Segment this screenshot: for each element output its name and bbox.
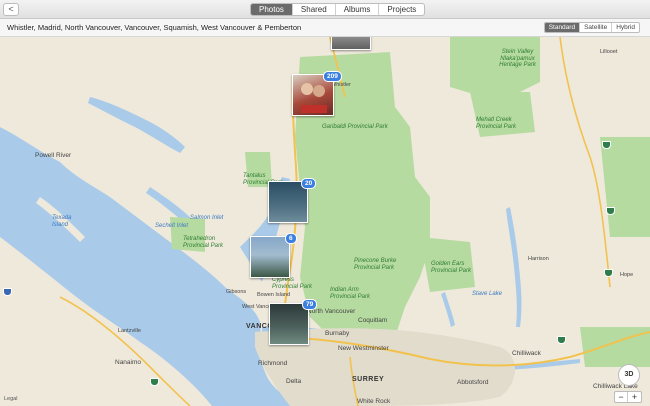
label-surrey: SURREY (352, 376, 385, 383)
label-white-rock: White Rock (357, 398, 391, 405)
photo-cluster-vancouver[interactable] (269, 303, 309, 345)
label-chilliwack: Chilliwack (512, 350, 541, 357)
label-abbotsford: Abbotsford (457, 379, 489, 386)
label-tetrahedron: Tetrahedron Provincial Park (183, 236, 224, 249)
highway-shield-icon (604, 269, 613, 277)
photo-count-badge: 79 (302, 299, 318, 310)
map-mode-hybrid[interactable]: Hybrid (612, 23, 639, 32)
photo-count-badge: 6 (285, 233, 297, 244)
tab-photos[interactable]: Photos (251, 4, 293, 15)
south-park (580, 327, 650, 367)
label-lillooet: Lillooet (600, 49, 618, 55)
label-new-westminster: New Westminster (338, 345, 389, 352)
zoom-in-button[interactable]: + (628, 392, 641, 402)
label-north-vancouver: North Vancouver (307, 308, 356, 315)
label-burnaby: Burnaby (325, 330, 350, 337)
map-mode-selector: Standard Satellite Hybrid (543, 22, 640, 33)
highway-shield-icon (602, 141, 611, 149)
label-texada: Texada Island (52, 215, 72, 228)
highway-shield-icon (150, 378, 159, 386)
label-hope: Hope (620, 272, 634, 278)
label-nanaimo: Nanaimo (115, 359, 142, 366)
label-pinecone: Pinecone Burke Provincial Park (354, 258, 397, 271)
label-harrison: Harrison (528, 256, 549, 262)
compass-3d-button[interactable]: 3D (618, 364, 640, 386)
map-mode-standard[interactable]: Standard (544, 23, 581, 32)
label-sechelt: Sechelt Inlet (155, 223, 189, 229)
map-view[interactable]: Garibaldi Provincial Park Stein Valley N… (0, 37, 650, 406)
tab-shared[interactable]: Shared (293, 4, 336, 15)
legal-link[interactable]: Legal (4, 396, 17, 402)
photo-cluster-west-vancouver[interactable] (250, 236, 290, 278)
label-golden-ears: Golden Ears Provincial Park (431, 261, 472, 274)
map-mode-satellite[interactable]: Satellite (580, 23, 613, 32)
mehatl-park (470, 92, 535, 137)
label-coquitlam: Coquitlam (358, 317, 388, 324)
label-powell-river: Powell River (35, 152, 72, 159)
highway-shield-icon (606, 207, 615, 215)
label-delta: Delta (286, 378, 302, 385)
photo-cluster-top[interactable] (331, 37, 371, 50)
label-richmond: Richmond (258, 360, 288, 367)
label-mehatl: Mehatl Creek Provincial Park (476, 117, 517, 130)
label-lantzville: Lantzville (118, 328, 141, 334)
top-toolbar: < Photos Shared Albums Projects (0, 0, 650, 19)
highway-shield-icon (3, 288, 12, 296)
label-garibaldi: Garibaldi Provincial Park (322, 124, 388, 130)
label-stave: Stave Lake (472, 291, 503, 297)
label-cypress: Cypress Provincial Park (272, 277, 313, 290)
tab-projects[interactable]: Projects (379, 4, 424, 15)
label-stein: Stein Valley Nlaka'pamux Heritage Park (499, 49, 536, 68)
zoom-out-button[interactable]: − (615, 392, 628, 402)
view-tabs: Photos Shared Albums Projects (250, 3, 426, 16)
back-button[interactable]: < (3, 3, 19, 16)
highway-shield-icon (557, 336, 566, 344)
zoom-control: − + (614, 391, 642, 403)
page-title: Whistler, Madrid, North Vancouver, Vanco… (7, 23, 302, 32)
label-salmon-inlet: Salmon Inlet (190, 215, 224, 221)
photo-count-badge: 20 (301, 178, 317, 189)
tab-albums[interactable]: Albums (336, 4, 380, 15)
label-indian-arm: Indian Arm Provincial Park (330, 287, 371, 300)
label-gibsons: Gibsons (226, 289, 247, 295)
title-bar: Whistler, Madrid, North Vancouver, Vanco… (0, 19, 650, 37)
label-bowen: Bowen Island (257, 292, 291, 298)
photo-count-badge: 209 (323, 71, 342, 82)
